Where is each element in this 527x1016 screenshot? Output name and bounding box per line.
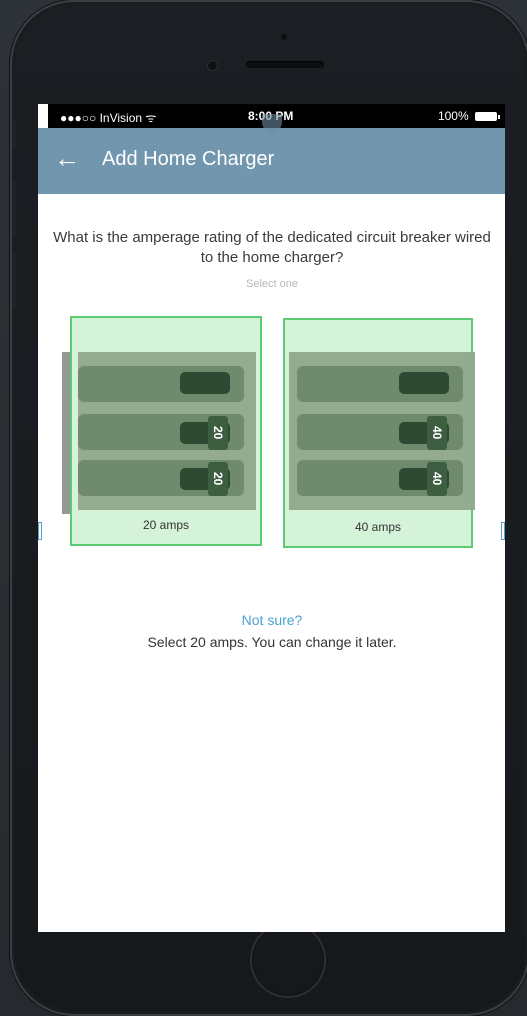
- home-button[interactable]: [250, 922, 326, 998]
- breaker-switch: [399, 372, 449, 394]
- amp-tag: 40: [427, 416, 447, 450]
- volume-up-button[interactable]: [12, 180, 16, 238]
- option-label: 40 amps: [354, 520, 402, 534]
- battery-percent: 100%: [437, 109, 469, 123]
- question-text: What is the amperage rating of the dedic…: [53, 229, 491, 266]
- battery-status: 100%: [437, 109, 500, 123]
- earpiece-speaker: [246, 61, 324, 68]
- volume-down-button[interactable]: [12, 252, 16, 310]
- battery-icon: [475, 112, 500, 122]
- not-sure-link[interactable]: Not sure?: [52, 612, 492, 628]
- option-20-amps-card[interactable]: 20 20 20 amps: [70, 316, 262, 546]
- amp-tag: 20: [208, 416, 228, 450]
- back-arrow-icon[interactable]: ←: [54, 144, 82, 172]
- page-title: Add Home Charger: [102, 148, 275, 170]
- carousel-prev-indicator[interactable]: [38, 522, 42, 540]
- app-bar: ← Add Home Charger: [38, 128, 505, 194]
- front-camera: [208, 61, 217, 70]
- carousel-next-indicator[interactable]: [501, 522, 505, 540]
- option-40-amps-card[interactable]: 40 40 40 amps: [283, 318, 475, 548]
- breaker-switch: [180, 372, 230, 394]
- proximity-sensor: [281, 34, 287, 40]
- amp-tag: 20: [208, 462, 228, 496]
- mute-switch[interactable]: [12, 118, 16, 150]
- option-label: 20 amps: [142, 518, 190, 532]
- amp-tag: 40: [427, 462, 447, 496]
- carrier-label: ●●●○○ InVision ᯤ: [60, 111, 157, 125]
- not-sure-guidance: Select 20 amps. You can change it later.: [147, 634, 397, 650]
- select-one-hint: Select one: [246, 278, 298, 290]
